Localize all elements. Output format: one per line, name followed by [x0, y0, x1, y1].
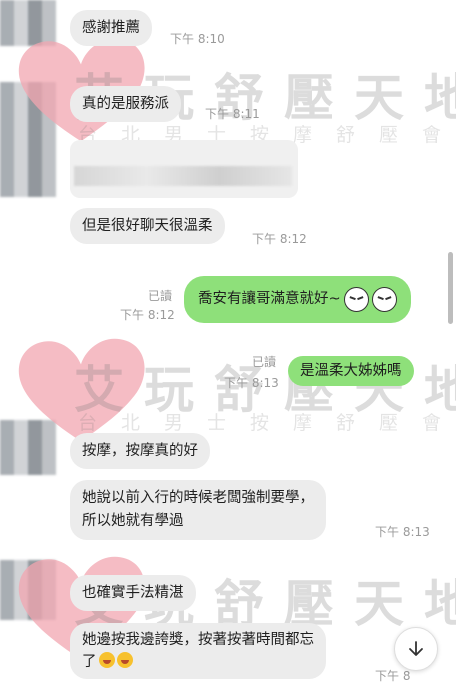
- scrollbar[interactable]: [448, 252, 453, 324]
- message-time: 下午 8:13: [224, 376, 279, 390]
- message-text: 也確實手法精湛: [82, 585, 184, 601]
- incoming-message[interactable]: 她說以前入行的時候老闆強制要學， 所以她就有學過: [70, 480, 326, 540]
- read-status: 已讀: [252, 355, 277, 369]
- redacted-message[interactable]: [70, 140, 298, 198]
- message-text: 喬安有讓哥滿意就好~: [198, 291, 341, 307]
- avatar[interactable]: [0, 420, 56, 475]
- message-time: 下午 8:11: [205, 107, 260, 121]
- incoming-message[interactable]: 按摩，按摩真的好: [70, 433, 210, 469]
- incoming-message[interactable]: 但是很好聊天很溫柔: [70, 208, 225, 244]
- chat-view: 艾玩舒壓天地 台北男士按摩舒壓會館 艾玩舒壓天地 台北男士按摩舒壓會館 艾玩舒壓…: [0, 0, 456, 689]
- watermark-subtitle: 台北男士按摩舒壓會館: [78, 412, 456, 434]
- read-status: 已讀: [148, 289, 173, 303]
- arrow-down-icon: [409, 641, 423, 656]
- laughing-tears-icon: [116, 652, 133, 668]
- outgoing-message[interactable]: 是溫柔大姊姊嗎: [288, 356, 414, 386]
- message-text: 真的是服務派: [82, 96, 169, 112]
- squinting-laugh-face-icon: [371, 286, 397, 312]
- message-time: 下午 8:12: [252, 232, 307, 246]
- laughing-tears-icon: [98, 652, 115, 668]
- squinting-laugh-face-icon: [343, 286, 369, 312]
- incoming-message[interactable]: 感謝推薦: [70, 10, 152, 46]
- outgoing-message[interactable]: 喬安有讓哥滿意就好~: [184, 276, 411, 323]
- message-text-line: 了: [82, 651, 314, 673]
- message-time: 下午 8:12: [120, 308, 175, 322]
- message-text: 是溫柔大姊姊嗎: [300, 363, 402, 379]
- incoming-message[interactable]: 真的是服務派: [70, 86, 181, 122]
- message-text-line: 她邊按我邊誇獎，按著按著時間都忘: [82, 632, 314, 648]
- message-time: 下午 8: [375, 669, 411, 683]
- avatar[interactable]: [0, 560, 56, 620]
- message-time: 下午 8:13: [375, 525, 430, 539]
- watermark: 艾玩舒壓天地 台北男士按摩舒壓會館: [0, 330, 456, 460]
- avatar[interactable]: [0, 0, 56, 46]
- message-text-line: 她說以前入行的時候老闆強制要學，: [82, 490, 314, 506]
- avatar[interactable]: [0, 82, 56, 197]
- message-text: 但是很好聊天很溫柔: [82, 218, 213, 234]
- message-text: 按摩，按摩真的好: [82, 443, 198, 459]
- incoming-message[interactable]: 也確實手法精湛: [70, 575, 196, 611]
- message-text: 感謝推薦: [82, 20, 140, 36]
- incoming-message[interactable]: 她邊按我邊誇獎，按著按著時間都忘 了: [70, 623, 326, 679]
- scroll-to-bottom-button[interactable]: [394, 627, 438, 671]
- message-time: 下午 8:10: [170, 32, 225, 46]
- message-text-line: 所以她就有學過: [82, 513, 184, 529]
